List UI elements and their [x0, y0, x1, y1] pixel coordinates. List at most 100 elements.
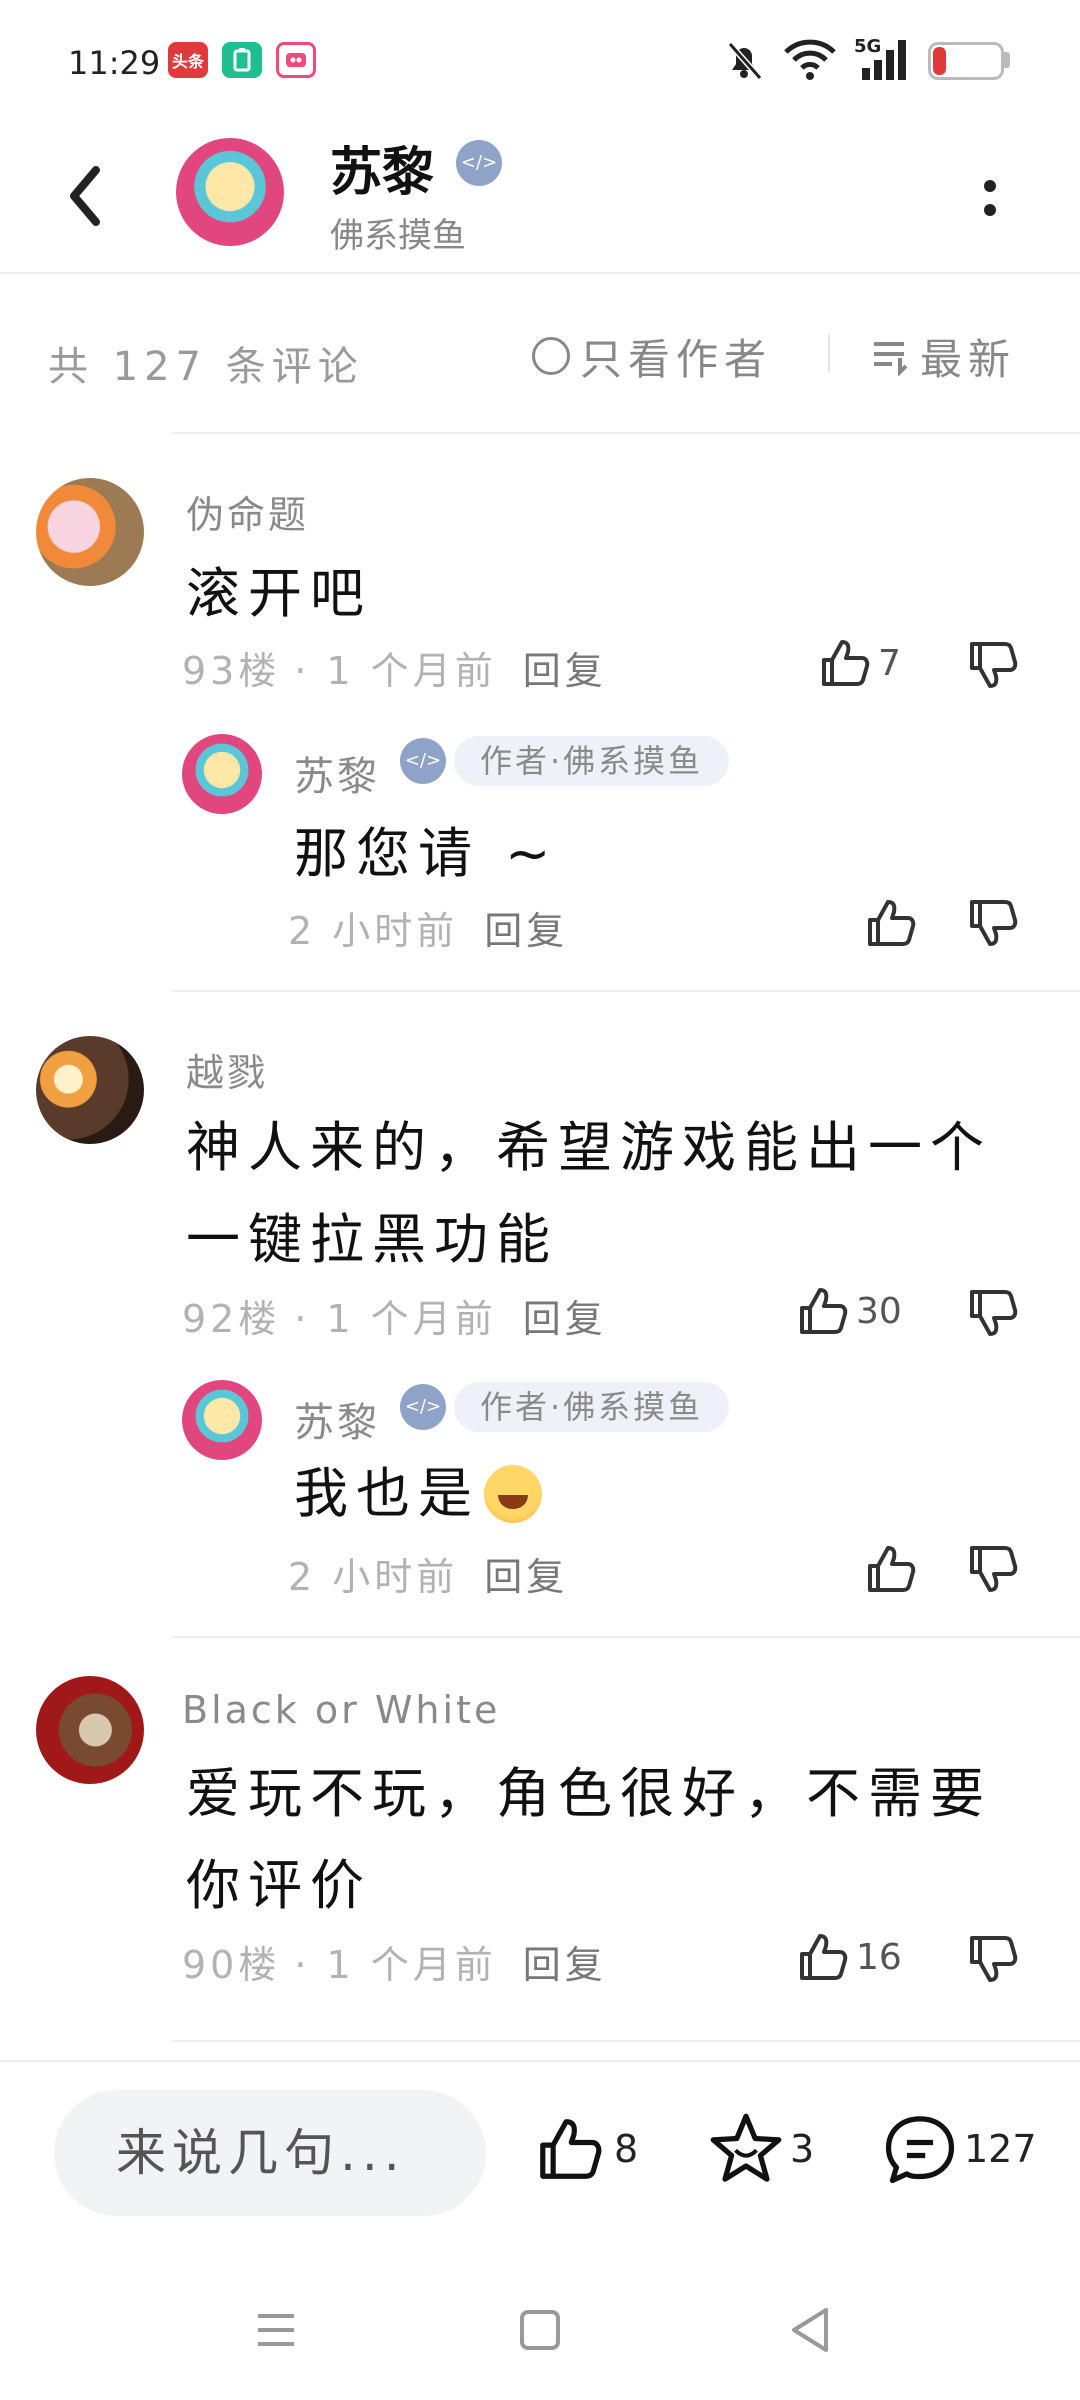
replier-avatar[interactable] — [182, 734, 262, 814]
like-button[interactable]: 30 — [796, 1284, 902, 1338]
only-author-toggle[interactable]: 只看作者 — [532, 326, 772, 386]
reply-time: 2 小时前 — [288, 909, 459, 953]
commenter-avatar[interactable] — [36, 1676, 144, 1784]
home-icon[interactable] — [500, 2290, 580, 2370]
favorite-count: 3 — [790, 2127, 815, 2171]
chat-bubble-icon — [885, 2116, 955, 2184]
reply-button[interactable]: 回复 — [484, 900, 568, 955]
reply-meta: 2 小时前 回复 — [288, 1546, 568, 1601]
reply-text: 我也是 — [294, 1462, 480, 1525]
like-button[interactable]: 7 — [818, 636, 901, 690]
system-nav-bar — [0, 2260, 1080, 2400]
thumbs-up-icon[interactable] — [864, 1542, 918, 1596]
author-tag: 作者·佛系摸鱼 — [454, 736, 730, 786]
reply-button[interactable]: 回复 — [523, 640, 607, 695]
thumbs-down-icon[interactable] — [966, 896, 1020, 950]
comment-text-line: 爱玩不玩，角色很好，不需要 — [186, 1762, 992, 1825]
like-count: 30 — [856, 1290, 902, 1332]
toolbar-divider — [828, 334, 830, 372]
thumbs-down-icon[interactable] — [966, 1286, 1020, 1340]
menu-icon[interactable] — [236, 2290, 316, 2370]
comment-text-line: 神人来的，希望游戏能出一个 — [186, 1116, 992, 1179]
only-author-label: 只看作者 — [580, 334, 773, 384]
comment-text: 滚开吧 — [186, 562, 372, 625]
author-tag: 作者·佛系摸鱼 — [454, 1382, 730, 1432]
comment-count: 127 — [964, 2127, 1037, 2171]
header: 苏黎 </> 佛系摸鱼 — [0, 120, 1080, 274]
reply-button[interactable]: 回复 — [523, 1934, 607, 1989]
divider — [172, 1636, 1080, 1638]
comments-button[interactable]: 127 — [880, 2104, 1037, 2194]
game-controller-icon: </> — [400, 1384, 446, 1430]
thumbs-up-icon — [800, 1934, 848, 1980]
comment-time: · 1 个月前 — [294, 649, 497, 693]
floor-number: 90楼 — [182, 1943, 281, 1987]
battery-icon: 19 — [928, 42, 1004, 80]
bottom-action-bar: 来说几句... 8 3 127 — [0, 2060, 1080, 2230]
commenter-avatar[interactable] — [36, 478, 144, 586]
sort-label: 最新 — [920, 334, 1017, 384]
comment-text-line: 一键拉黑功能 — [186, 1208, 558, 1271]
floor-number: 92楼 — [182, 1297, 281, 1341]
reply-text: 那您请 ~ — [294, 822, 559, 885]
comment-input[interactable]: 来说几句... — [54, 2090, 486, 2216]
mute-icon — [727, 42, 763, 80]
comment-meta: 90楼 · 1 个月前 回复 — [182, 1934, 607, 1989]
sort-icon — [874, 342, 908, 376]
author-avatar[interactable] — [176, 138, 284, 246]
thumbs-up-icon[interactable] — [864, 896, 918, 950]
star-icon — [710, 2113, 782, 2182]
comment-meta: 93楼 · 1 个月前 回复 — [182, 640, 607, 695]
replier-name[interactable]: 苏黎 — [294, 1390, 380, 1448]
like-button[interactable]: 16 — [796, 1930, 902, 1984]
reply-time: 2 小时前 — [288, 1555, 459, 1599]
commenter-avatar[interactable] — [36, 1036, 144, 1144]
like-count: 16 — [856, 1936, 902, 1978]
divider — [172, 2040, 1080, 2042]
game-controller-icon: </> — [456, 140, 502, 186]
more-options-icon[interactable] — [968, 168, 1012, 228]
comment-time: · 1 个月前 — [294, 1943, 497, 1987]
commenter-name[interactable]: 越戮 — [186, 1042, 268, 1097]
thumbs-down-icon[interactable] — [966, 1542, 1020, 1596]
thumbs-down-icon[interactable] — [966, 1932, 1020, 1986]
author-name[interactable]: 苏黎 — [330, 130, 434, 205]
status-bar: 11:29 头条 5G 19 — [0, 0, 1080, 120]
like-count: 7 — [878, 642, 901, 684]
replier-name[interactable]: 苏黎 — [294, 744, 380, 802]
author-subtitle: 佛系摸鱼 — [330, 216, 466, 256]
radio-icon[interactable] — [532, 337, 570, 375]
battery-cap — [1004, 52, 1010, 68]
thumbs-up-icon — [540, 2119, 602, 2179]
comment-time: · 1 个月前 — [294, 1297, 497, 1341]
reply-button[interactable]: 回复 — [523, 1288, 607, 1343]
comment-count-label: 共 127 条评论 — [48, 344, 364, 390]
status-time: 11:29 — [68, 44, 161, 82]
favorite-button[interactable]: 3 — [706, 2104, 814, 2194]
article-like-button[interactable]: 8 — [530, 2104, 638, 2194]
back-nav-icon[interactable] — [770, 2290, 850, 2370]
battery-app-icon — [222, 42, 262, 78]
game-controller-icon: </> — [400, 738, 446, 784]
reply-button[interactable]: 回复 — [484, 1546, 568, 1601]
comment-meta: 92楼 · 1 个月前 回复 — [182, 1288, 607, 1343]
thumbs-down-icon[interactable] — [966, 638, 1020, 692]
reply-meta: 2 小时前 回复 — [288, 900, 568, 955]
like-count: 8 — [614, 2127, 639, 2171]
comment-text-line: 你评价 — [186, 1854, 372, 1917]
replier-avatar[interactable] — [182, 1380, 262, 1460]
video-app-icon — [276, 42, 316, 78]
wifi-icon — [784, 39, 836, 80]
divider — [172, 990, 1080, 992]
commenter-name[interactable]: Black or White — [182, 1688, 500, 1732]
thumbs-up-icon — [822, 640, 870, 686]
sort-button[interactable]: 最新 — [870, 326, 1016, 386]
toutiao-icon: 头条 — [168, 42, 208, 78]
comments-toolbar: 共 127 条评论 只看作者 最新 — [0, 300, 1080, 420]
commenter-name[interactable]: 伪命题 — [186, 484, 309, 539]
signal-icon — [862, 40, 906, 80]
floor-number: 93楼 — [182, 649, 281, 693]
reply-text-row: 我也是 — [294, 1448, 542, 1540]
battery-level: 19 — [956, 49, 982, 73]
back-button[interactable] — [56, 156, 120, 236]
